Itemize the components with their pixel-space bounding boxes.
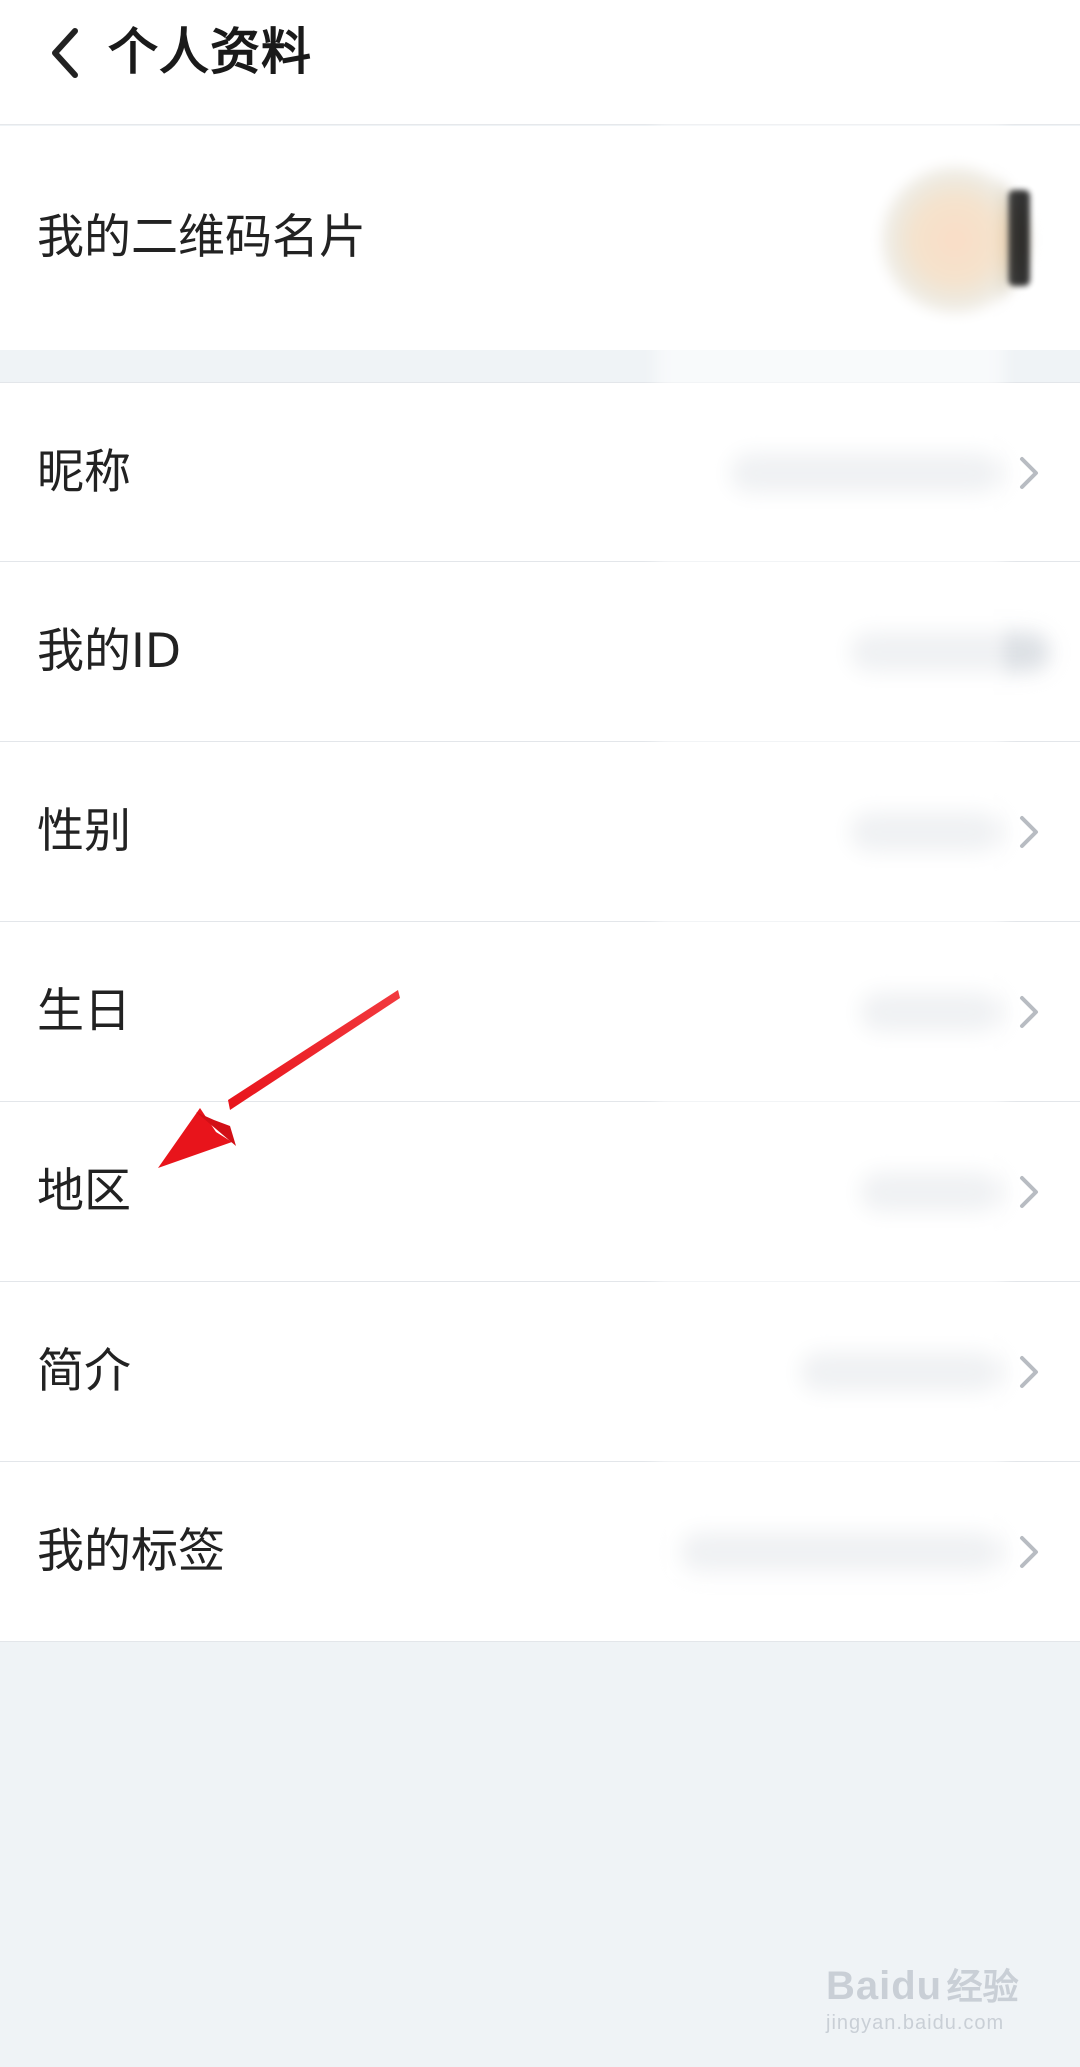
chevron-right-icon (1020, 457, 1038, 489)
privacy-blur-overlay (656, 120, 1004, 1590)
chevron-right-icon (1020, 996, 1038, 1028)
chevron-right-icon (1020, 816, 1038, 848)
chevron-right-icon (1020, 1356, 1038, 1388)
page-title: 个人资料 (108, 23, 312, 81)
row-label: 性别 (37, 804, 131, 859)
watermark-text: 经验 (946, 1966, 1019, 2007)
qr-card-label: 我的二维码名片 (37, 210, 366, 265)
watermark-logo: Bai (826, 1964, 892, 2008)
back-button[interactable] (30, 18, 100, 88)
row-label: 地区 (37, 1164, 131, 1219)
chevron-left-icon (52, 28, 78, 78)
watermark-url: jingyan.baidu.com (826, 2012, 1005, 2034)
chevron-right-icon (1020, 1176, 1038, 1208)
watermark-logo-suffix: du (891, 1964, 943, 2008)
row-label: 简介 (37, 1344, 131, 1399)
row-label: 生日 (37, 984, 131, 1039)
top-bar: 个人资料 (0, 0, 1080, 125)
row-label: 我的标签 (37, 1524, 225, 1579)
qr-code-icon[interactable] (1008, 190, 1030, 286)
baidu-jingyan-watermark: Baidu 经验 jingyan.baidu.com (826, 1958, 1019, 2035)
chevron-right-icon (1020, 1536, 1038, 1568)
row-label: 我的ID (37, 624, 182, 679)
row-label: 昵称 (37, 445, 131, 500)
